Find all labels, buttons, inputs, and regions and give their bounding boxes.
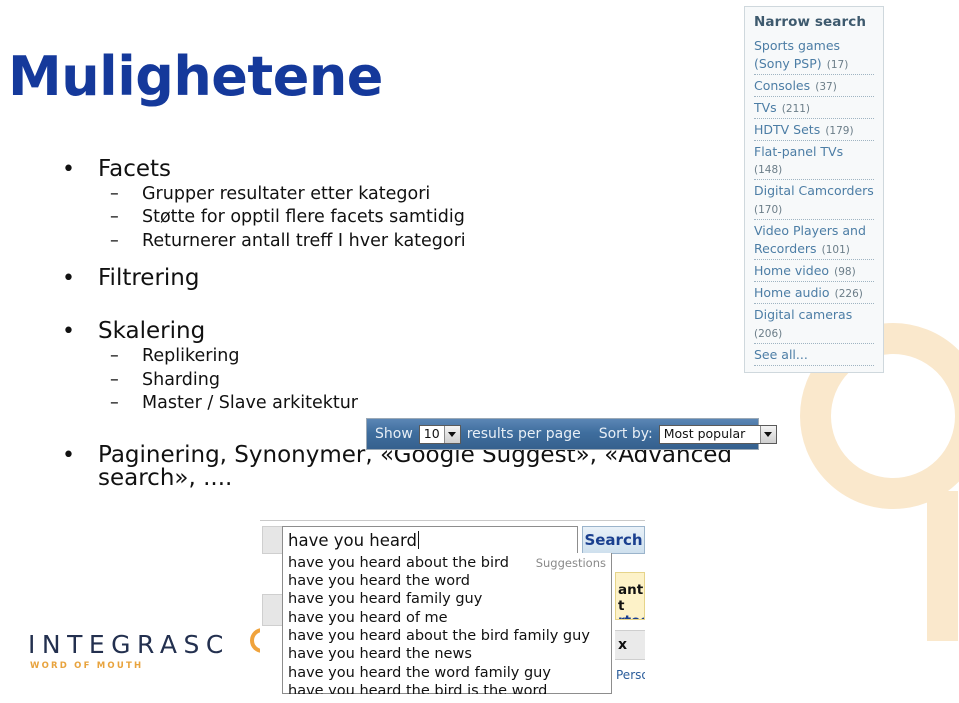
facet-item-home-audio[interactable]: Home audio (226) bbox=[754, 282, 874, 304]
facet-count: (211) bbox=[781, 102, 811, 115]
facet-count: (170) bbox=[754, 204, 783, 217]
result-link-partial[interactable]: Person bbox=[616, 668, 645, 682]
suggestion-item[interactable]: have you heard the word bbox=[283, 572, 611, 590]
sub-bullet-label: Grupper resultater etter kategori bbox=[142, 184, 431, 204]
dash-marker-icon: – bbox=[110, 230, 119, 251]
facet-item-video-players-and-recorders[interactable]: Video Players and Recorders (101) bbox=[754, 220, 874, 260]
text-caret bbox=[417, 531, 419, 549]
facet-label: Flat-panel TVs bbox=[754, 143, 844, 159]
sub-bullet-item: – Returnerer antall treff I hver kategor… bbox=[0, 230, 740, 253]
bullet-label: Filtrering bbox=[98, 265, 200, 292]
search-input-value: have you heard bbox=[288, 530, 417, 550]
facet-item-sports-games[interactable]: Sports games (Sony PSP) (17) bbox=[754, 35, 874, 75]
facet-item-hdtv-sets[interactable]: HDTV Sets (179) bbox=[754, 119, 874, 141]
facet-item-home-video[interactable]: Home video (98) bbox=[754, 260, 874, 282]
chevron-down-icon bbox=[443, 425, 460, 443]
facet-count: (101) bbox=[821, 244, 850, 257]
facet-count: (226) bbox=[834, 287, 863, 300]
facet-count: (98) bbox=[834, 265, 856, 278]
facet-label: See all... bbox=[754, 346, 808, 362]
facet-item-see-all[interactable]: See all... bbox=[754, 344, 874, 366]
facet-item-digital-camcorders[interactable]: Digital Camcorders (170) bbox=[754, 180, 874, 221]
page-title: Mulighetene bbox=[8, 45, 383, 108]
results-header-partial: x bbox=[615, 630, 645, 660]
sort-by-value: Most popular bbox=[663, 425, 746, 441]
sub-bullet-item: – Støtte for opptil flere facets samtidi… bbox=[0, 206, 740, 229]
facet-count: (37) bbox=[815, 80, 837, 93]
suggestion-item[interactable]: have you heard the bird is the word bbox=[283, 683, 611, 694]
bullet-marker-icon: • bbox=[62, 157, 75, 182]
chevron-down-icon bbox=[759, 425, 776, 443]
suggestion-item[interactable]: have you heard about the bird family guy bbox=[283, 628, 611, 646]
facet-label: Home video bbox=[754, 262, 830, 278]
facet-label: TVs bbox=[754, 99, 777, 115]
suggestion-item[interactable]: have you heard the word family guy bbox=[283, 664, 611, 682]
integrasco-logo: INTEGRASC WORD OF MOUTH bbox=[28, 628, 275, 671]
facet-item-consoles[interactable]: Consoles (37) bbox=[754, 75, 874, 97]
facet-count: (17) bbox=[826, 58, 849, 71]
facet-count: (179) bbox=[825, 124, 854, 137]
facet-label: Digital cameras bbox=[754, 306, 853, 322]
results-per-page-select[interactable]: 10 bbox=[418, 424, 461, 444]
bullet-item-paginering: • Paginering, Synonymer, «Google Suggest… bbox=[0, 442, 740, 490]
narrow-search-panel: Narrow search Sports games (Sony PSP) (1… bbox=[744, 6, 884, 373]
search-button[interactable]: Search bbox=[582, 526, 645, 554]
bullet-item-skalering: • Skalering bbox=[0, 318, 740, 345]
logo-tagline: WORD OF MOUTH bbox=[30, 661, 144, 671]
sub-bullet-label: Replikering bbox=[142, 346, 240, 367]
dash-marker-icon: – bbox=[110, 346, 119, 367]
bullet-marker-icon: • bbox=[62, 319, 75, 345]
search-suggestions-widget: ant t rted x Person have you heard Searc… bbox=[260, 520, 645, 694]
promo-link-partial[interactable]: rted bbox=[616, 614, 644, 619]
dash-marker-icon: – bbox=[110, 184, 119, 204]
results-per-page-label: results per page bbox=[466, 426, 581, 442]
facet-count: (206) bbox=[754, 327, 783, 340]
sub-bullet-label: Returnerer antall treff I hver kategori bbox=[142, 230, 466, 251]
facet-count: (148) bbox=[754, 164, 783, 177]
results-per-page-value: 10 bbox=[423, 425, 440, 441]
sort-by-label: Sort by: bbox=[598, 426, 653, 442]
suggestion-item[interactable]: have you heard the news bbox=[283, 646, 611, 664]
facet-item-flat-panel-tvs[interactable]: Flat-panel TVs (148) bbox=[754, 141, 874, 181]
facet-item-digital-cameras[interactable]: Digital cameras (206) bbox=[754, 304, 874, 344]
magnifier-watermark bbox=[800, 323, 959, 703]
search-input[interactable]: have you heard bbox=[282, 526, 578, 554]
promo-line-1: ant t bbox=[618, 582, 644, 614]
facet-item-tvs[interactable]: TVs (211) bbox=[754, 97, 874, 119]
sub-bullet-label: Sharding bbox=[142, 369, 220, 390]
sub-bullet-item: – Replikering bbox=[0, 345, 740, 368]
sub-bullet-label: Støtte for opptil flere facets samtidig bbox=[142, 207, 465, 228]
bullet-marker-icon: • bbox=[62, 442, 75, 468]
dash-marker-icon: – bbox=[110, 393, 119, 414]
bullet-item-facets: • Facets bbox=[0, 156, 740, 182]
logo-wordmark: INTEGRASC bbox=[28, 630, 230, 659]
suggestion-item[interactable]: have you heard family guy bbox=[283, 591, 611, 609]
bullet-marker-icon: • bbox=[62, 266, 75, 292]
dash-marker-icon: – bbox=[110, 369, 119, 390]
facet-label: HDTV Sets bbox=[754, 121, 821, 137]
facet-label: Consoles bbox=[754, 77, 811, 93]
watermark-handle bbox=[927, 491, 958, 641]
sub-bullet-item: – Master / Slave arkitektur bbox=[0, 392, 740, 415]
bullet-label: Facets bbox=[98, 156, 172, 182]
sub-bullet-item: – Grupper resultater etter kategori bbox=[0, 183, 740, 206]
sort-by-select[interactable]: Most popular bbox=[658, 424, 777, 444]
promo-callout-partial: ant t rted bbox=[615, 572, 645, 620]
results-toolbar: Show 10 results per page Sort by: Most p… bbox=[366, 418, 777, 450]
suggestions-dropdown: Suggestions have you heard about the bir… bbox=[282, 553, 612, 694]
sub-bullet-label: Master / Slave arkitektur bbox=[142, 393, 358, 414]
facet-label: Digital Camcorders bbox=[754, 183, 874, 199]
dash-marker-icon: – bbox=[110, 207, 119, 228]
narrow-search-title: Narrow search bbox=[754, 14, 867, 30]
sub-bullet-item: – Sharding bbox=[0, 369, 740, 392]
suggestions-label: Suggestions bbox=[535, 556, 606, 570]
suggestion-item[interactable]: have you heard of me bbox=[283, 609, 611, 627]
facet-label: Home audio bbox=[754, 284, 830, 300]
bullet-label: Skalering bbox=[98, 318, 206, 345]
show-label: Show bbox=[375, 426, 413, 442]
bullet-item-filtrering: • Filtrering bbox=[0, 265, 740, 292]
